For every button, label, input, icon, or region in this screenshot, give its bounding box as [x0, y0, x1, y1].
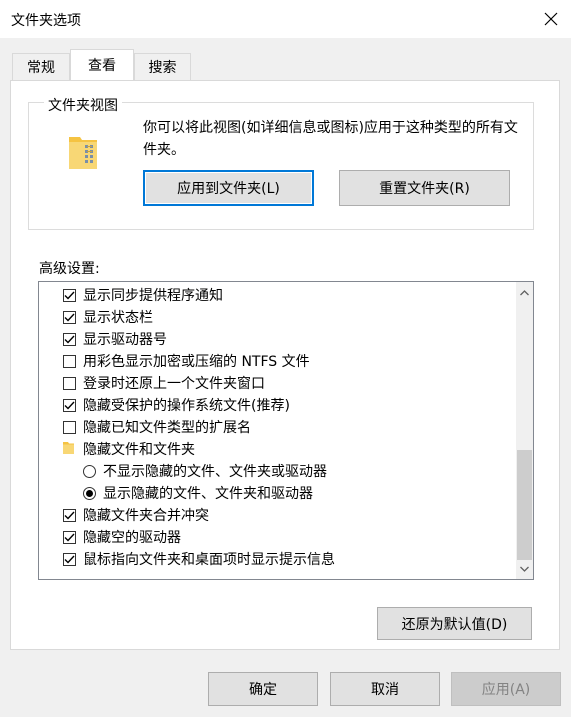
tab-search[interactable]: 搜索	[134, 53, 191, 80]
folder-views-description: 你可以将此视图(如详细信息或图标)应用于这种类型的所有文件夹。	[143, 120, 518, 158]
setting-label: 鼠标指向文件夹和桌面项时显示提示信息	[83, 552, 335, 568]
setting-label: 显示状态栏	[83, 310, 153, 326]
radio-dot	[86, 489, 93, 497]
restore-defaults-button[interactable]: 还原为默认值(D)	[377, 607, 532, 640]
apply-to-folders-button[interactable]: 应用到文件夹(L)	[143, 170, 314, 206]
setting-label: 隐藏空的驱动器	[83, 530, 181, 546]
advanced-settings-list[interactable]: 显示同步提供程序通知 显示状态栏显示驱动器号用彩色显示加密或压缩的 NTFS 文件…	[38, 281, 534, 580]
setting-checkbox-row[interactable]: 隐藏受保护的操作系统文件(推荐)	[63, 394, 290, 416]
setting-label: 隐藏受保护的操作系统文件(推荐)	[83, 398, 290, 414]
checkbox-checked[interactable]	[63, 310, 76, 324]
setting-label: 显示驱动器号	[83, 332, 167, 348]
reset-folders-button[interactable]: 重置文件夹(R)	[339, 170, 510, 206]
tab-general[interactable]: 常规	[12, 53, 70, 80]
checkmark-icon	[64, 335, 75, 344]
scroll-down-button[interactable]	[516, 560, 533, 577]
checkmark-icon	[64, 291, 75, 300]
setting-checkbox-row[interactable]: 用彩色显示加密或压缩的 NTFS 文件	[63, 350, 310, 372]
setting-checkbox-row[interactable]: 隐藏文件夹合并冲突	[63, 504, 209, 526]
setting-checkbox-row[interactable]: 隐藏空的驱动器	[63, 526, 181, 548]
setting-label: 隐藏文件和文件夹	[83, 442, 195, 458]
setting-radio-row[interactable]: 不显示隐藏的文件、文件夹或驱动器	[83, 460, 327, 482]
checkbox-checked[interactable]	[63, 398, 76, 412]
checkbox-checked[interactable]	[63, 288, 76, 302]
setting-group-row: 隐藏文件和文件夹	[63, 438, 195, 460]
setting-label: 显示同步提供程序通知	[83, 288, 223, 304]
checkmark-icon	[64, 555, 75, 564]
chevron-down-icon	[520, 566, 529, 572]
setting-label: 隐藏已知文件类型的扩展名	[83, 420, 251, 436]
apply-button[interactable]: 应用(A)	[451, 672, 561, 706]
title-bar: 文件夹选项	[0, 0, 571, 38]
setting-checkbox-row[interactable]: 显示状态栏	[63, 306, 153, 328]
vertical-scrollbar[interactable]	[516, 282, 533, 579]
tab-general-label: 常规	[27, 60, 55, 76]
checkmark-icon	[64, 533, 75, 542]
folder-view-icon	[69, 137, 97, 169]
scroll-up-button[interactable]	[516, 284, 533, 301]
checkbox-checked[interactable]	[63, 552, 76, 566]
setting-label: 用彩色显示加密或压缩的 NTFS 文件	[83, 354, 310, 370]
radio-selected[interactable]	[83, 486, 96, 500]
folder-views-title: 文件夹视图	[44, 95, 122, 115]
checkbox-unchecked[interactable]	[63, 420, 76, 434]
setting-checkbox-row[interactable]: 显示驱动器号	[63, 328, 167, 350]
setting-checkbox-row[interactable]: 登录时还原上一个文件夹窗口	[63, 372, 265, 394]
setting-checkbox-row[interactable]: 鼠标指向文件夹和桌面项时显示提示信息	[63, 548, 335, 570]
close-icon	[544, 12, 557, 26]
checkbox-unchecked[interactable]	[63, 376, 76, 390]
tab-view-label: 查看	[88, 58, 116, 74]
checkbox-checked[interactable]	[63, 508, 76, 522]
checkmark-icon	[64, 401, 75, 410]
advanced-settings-label: 高级设置:	[39, 261, 100, 277]
tab-view[interactable]: 查看	[70, 49, 134, 80]
close-button[interactable]	[530, 0, 571, 38]
scroll-thumb[interactable]	[517, 450, 532, 560]
ok-button[interactable]: 确定	[208, 672, 318, 706]
setting-label: 隐藏文件夹合并冲突	[83, 508, 209, 524]
chevron-up-icon	[520, 289, 529, 295]
setting-radio-row[interactable]: 显示隐藏的文件、文件夹和驱动器	[83, 482, 313, 504]
checkbox-checked[interactable]	[63, 530, 76, 544]
checkmark-icon	[64, 511, 75, 520]
setting-label: 显示隐藏的文件、文件夹和驱动器	[103, 486, 313, 502]
window-title: 文件夹选项	[11, 13, 81, 29]
cancel-button[interactable]: 取消	[330, 672, 440, 706]
tab-search-label: 搜索	[148, 60, 177, 76]
checkbox-unchecked[interactable]	[63, 354, 76, 368]
setting-checkbox-row[interactable]: 隐藏已知文件类型的扩展名	[63, 416, 251, 438]
setting-checkbox-row[interactable]: 显示同步提供程序通知	[63, 284, 223, 306]
radio-unselected[interactable]	[83, 464, 96, 478]
checkbox-checked[interactable]	[63, 332, 76, 346]
setting-label: 登录时还原上一个文件夹窗口	[83, 376, 265, 392]
folder-icon	[63, 441, 74, 458]
checkmark-icon	[64, 313, 75, 322]
setting-label: 不显示隐藏的文件、文件夹或驱动器	[103, 464, 327, 480]
